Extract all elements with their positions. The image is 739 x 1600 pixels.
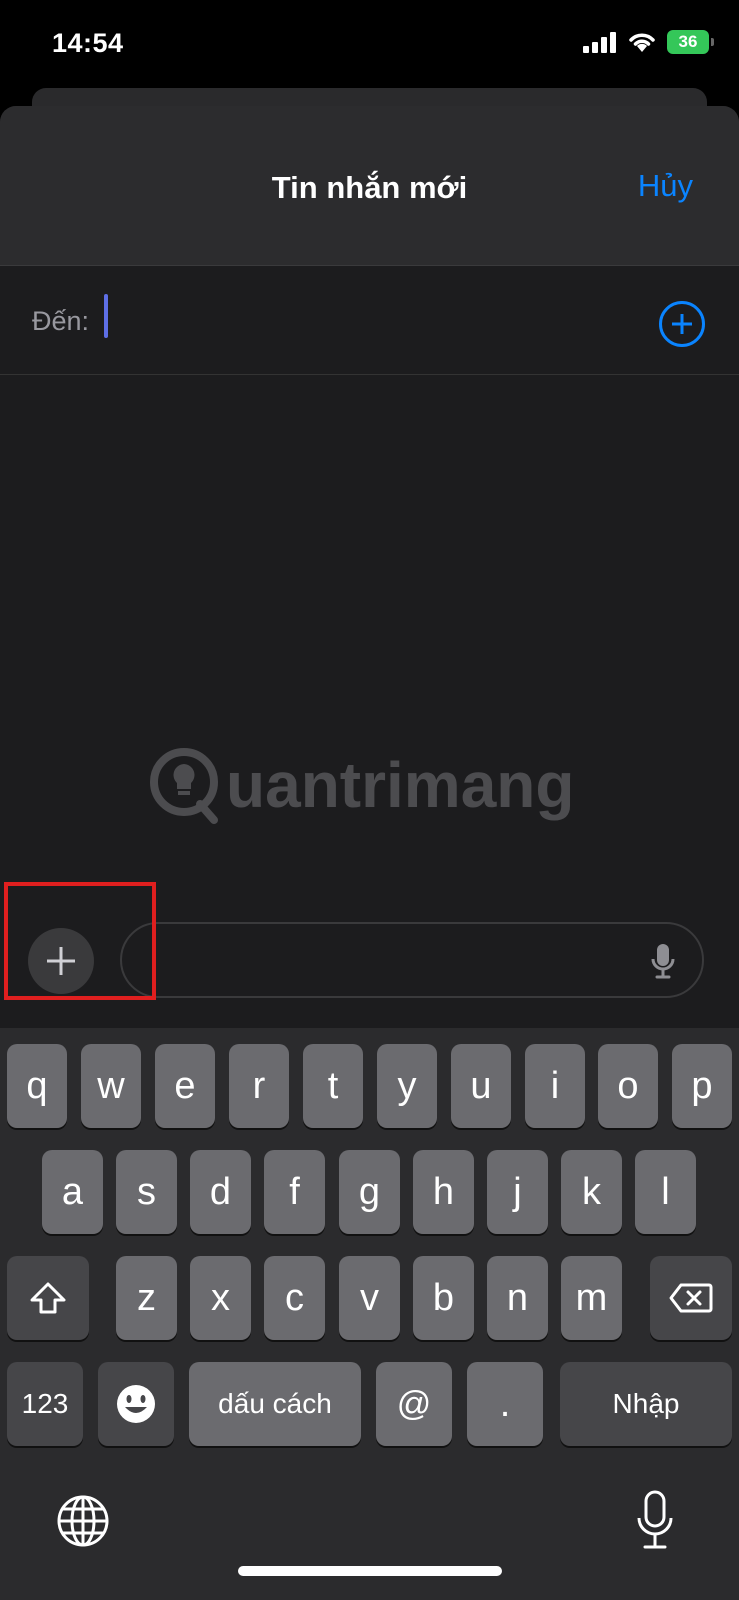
key-x[interactable]: x bbox=[190, 1256, 251, 1340]
backspace-icon bbox=[669, 1283, 713, 1313]
recipient-label: Đến: bbox=[32, 306, 90, 336]
watermark: uantrimang bbox=[148, 746, 574, 824]
cancel-button[interactable]: Hủy bbox=[638, 168, 693, 204]
key-b[interactable]: b bbox=[413, 1256, 474, 1340]
nav-bar: Tin nhắn mới Hủy bbox=[0, 106, 739, 266]
dictation-mic-icon[interactable] bbox=[650, 942, 676, 980]
key-u[interactable]: u bbox=[451, 1044, 511, 1128]
key-f[interactable]: f bbox=[264, 1150, 325, 1234]
add-contact-icon[interactable] bbox=[659, 301, 705, 347]
key-q[interactable]: q bbox=[7, 1044, 67, 1128]
key-l[interactable]: l bbox=[635, 1150, 696, 1234]
key-m[interactable]: m bbox=[561, 1256, 622, 1340]
battery-level: 36 bbox=[678, 32, 698, 51]
key-w[interactable]: w bbox=[81, 1044, 141, 1128]
key-k[interactable]: k bbox=[561, 1150, 622, 1234]
key-o[interactable]: o bbox=[598, 1044, 658, 1128]
home-indicator[interactable] bbox=[238, 1566, 502, 1576]
key-p[interactable]: p bbox=[672, 1044, 732, 1128]
wifi-icon bbox=[629, 33, 655, 52]
status-bar: 14:54 36 bbox=[0, 0, 739, 90]
key-h[interactable]: h bbox=[413, 1150, 474, 1234]
keyboard: q w e r t y u i o p a s d f g h j k l z … bbox=[0, 1028, 739, 1600]
numbers-key[interactable]: 123 bbox=[7, 1362, 83, 1446]
page-title: Tin nhắn mới bbox=[271, 170, 468, 205]
cellular-signal-icon bbox=[583, 32, 616, 53]
at-key[interactable]: @ bbox=[376, 1362, 452, 1446]
status-icons: 36 bbox=[583, 30, 714, 54]
shift-arrow-icon bbox=[30, 1282, 66, 1314]
return-key[interactable]: Nhập bbox=[560, 1362, 732, 1446]
delete-key[interactable] bbox=[650, 1256, 732, 1340]
watermark-text: uantrimang bbox=[226, 749, 575, 821]
key-c[interactable]: c bbox=[264, 1256, 325, 1340]
key-i[interactable]: i bbox=[525, 1044, 585, 1128]
key-g[interactable]: g bbox=[339, 1150, 400, 1234]
key-r[interactable]: r bbox=[229, 1044, 289, 1128]
message-input[interactable] bbox=[120, 922, 704, 998]
text-cursor bbox=[104, 294, 108, 338]
key-z[interactable]: z bbox=[116, 1256, 177, 1340]
key-y[interactable]: y bbox=[377, 1044, 437, 1128]
status-time: 14:54 bbox=[52, 28, 124, 58]
key-a[interactable]: a bbox=[42, 1150, 103, 1234]
key-s[interactable]: s bbox=[116, 1150, 177, 1234]
keyboard-dictation-icon[interactable] bbox=[635, 1490, 675, 1552]
key-v[interactable]: v bbox=[339, 1256, 400, 1340]
key-e[interactable]: e bbox=[155, 1044, 215, 1128]
battery-icon: 36 bbox=[667, 30, 714, 54]
key-t[interactable]: t bbox=[303, 1044, 363, 1128]
key-j[interactable]: j bbox=[487, 1150, 548, 1234]
highlight-annotation bbox=[4, 882, 156, 1000]
emoji-icon bbox=[117, 1385, 155, 1423]
space-key[interactable]: dấu cách bbox=[189, 1362, 361, 1446]
recipient-row[interactable]: Đến: bbox=[0, 266, 739, 375]
key-n[interactable]: n bbox=[487, 1256, 548, 1340]
emoji-key[interactable] bbox=[98, 1362, 174, 1446]
key-d[interactable]: d bbox=[190, 1150, 251, 1234]
lightbulb-logo-icon bbox=[150, 748, 218, 824]
globe-icon[interactable] bbox=[56, 1494, 110, 1548]
shift-key[interactable] bbox=[7, 1256, 89, 1340]
period-key[interactable]: . bbox=[467, 1362, 543, 1446]
